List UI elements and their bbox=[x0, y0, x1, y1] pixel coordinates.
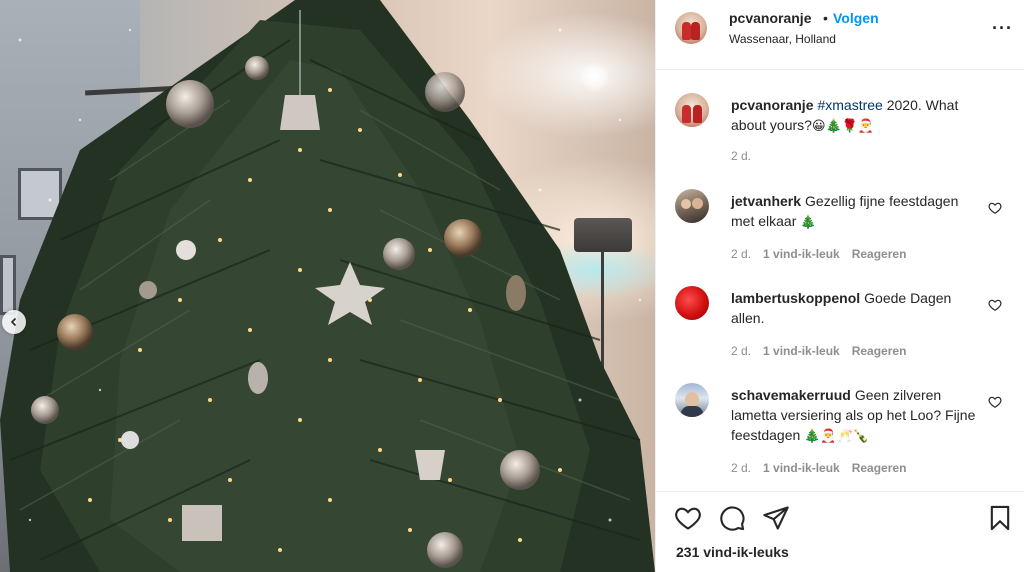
caption-username[interactable]: pcvanoranje bbox=[731, 97, 813, 113]
caption-timestamp[interactable]: 2 d. bbox=[731, 149, 751, 163]
heart-icon[interactable] bbox=[674, 504, 702, 532]
likes-count[interactable]: 231 vind-ik-leuks bbox=[676, 544, 789, 560]
share-icon[interactable] bbox=[762, 504, 790, 532]
hashtag-link[interactable]: #xmastree bbox=[817, 97, 882, 113]
comment-timestamp[interactable]: 2 d. bbox=[731, 461, 751, 475]
avatar[interactable] bbox=[675, 12, 707, 44]
avatar[interactable] bbox=[675, 286, 709, 320]
avatar[interactable] bbox=[675, 383, 709, 417]
chevron-left-icon bbox=[10, 317, 17, 327]
carousel-prev-button[interactable] bbox=[2, 310, 26, 334]
reply-button[interactable]: Reageren bbox=[852, 344, 907, 358]
reply-button[interactable]: Reageren bbox=[852, 461, 907, 475]
comment-username[interactable]: jetvanherk bbox=[731, 193, 801, 209]
follow-button[interactable]: Volgen bbox=[833, 10, 879, 26]
header-username[interactable]: pcvanoranje bbox=[729, 10, 811, 26]
christmas-tree bbox=[0, 0, 655, 572]
avatar[interactable] bbox=[675, 189, 709, 223]
comment-emojis: 🎄🎅🥂🍾 bbox=[804, 429, 869, 444]
caption-emojis: 😀🎄🌹🎅 bbox=[811, 119, 875, 134]
comment-icon[interactable] bbox=[718, 504, 746, 532]
comment-timestamp[interactable]: 2 d. bbox=[731, 247, 751, 261]
post-side-panel: pcvanoranje • Volgen Wassenaar, Holland … bbox=[655, 0, 1024, 572]
comment-text: schavemakerruud Geen zilveren lametta ver… bbox=[731, 385, 976, 447]
like-comment-heart-icon[interactable] bbox=[988, 201, 1002, 215]
post-actions: 231 vind-ik-leuks bbox=[656, 491, 1024, 572]
avatar[interactable] bbox=[675, 93, 709, 127]
comment-emojis: 🎄 bbox=[800, 215, 817, 230]
comment-text: lambertuskoppenol Goede Dagen allen. bbox=[731, 288, 976, 330]
comment-username[interactable]: schavemakerruud bbox=[731, 387, 851, 403]
comments-list[interactable]: pcvanoranje #xmastree 2020. What about yo… bbox=[656, 71, 1024, 491]
comment-likes[interactable]: 1 vind-ik-leuk bbox=[763, 344, 840, 358]
more-options-icon[interactable]: ··· bbox=[992, 18, 1013, 39]
like-comment-heart-icon[interactable] bbox=[988, 298, 1002, 312]
like-comment-heart-icon[interactable] bbox=[988, 395, 1002, 409]
post-photo[interactable] bbox=[0, 0, 655, 572]
post-header: pcvanoranje • Volgen Wassenaar, Holland … bbox=[656, 0, 1024, 70]
comment-meta: 2 d. 1 vind-ik-leuk Reageren bbox=[731, 461, 906, 475]
reply-button[interactable]: Reageren bbox=[852, 247, 907, 261]
comment-likes[interactable]: 1 vind-ik-leuk bbox=[763, 247, 840, 261]
separator-dot: • bbox=[823, 10, 828, 26]
comment-timestamp[interactable]: 2 d. bbox=[731, 344, 751, 358]
comment-meta: 2 d. 1 vind-ik-leuk Reageren bbox=[731, 344, 906, 358]
comment-meta: 2 d. 1 vind-ik-leuk Reageren bbox=[731, 247, 906, 261]
comment-username[interactable]: lambertuskoppenol bbox=[731, 290, 860, 306]
bookmark-icon[interactable] bbox=[986, 504, 1014, 532]
comment-likes[interactable]: 1 vind-ik-leuk bbox=[763, 461, 840, 475]
location-link[interactable]: Wassenaar, Holland bbox=[729, 32, 836, 46]
comment-text: jetvanherk Gezellig fijne feestdagen met … bbox=[731, 191, 976, 233]
caption-text: pcvanoranje #xmastree 2020. What about yo… bbox=[731, 95, 976, 137]
caption-meta: 2 d. bbox=[731, 149, 751, 163]
